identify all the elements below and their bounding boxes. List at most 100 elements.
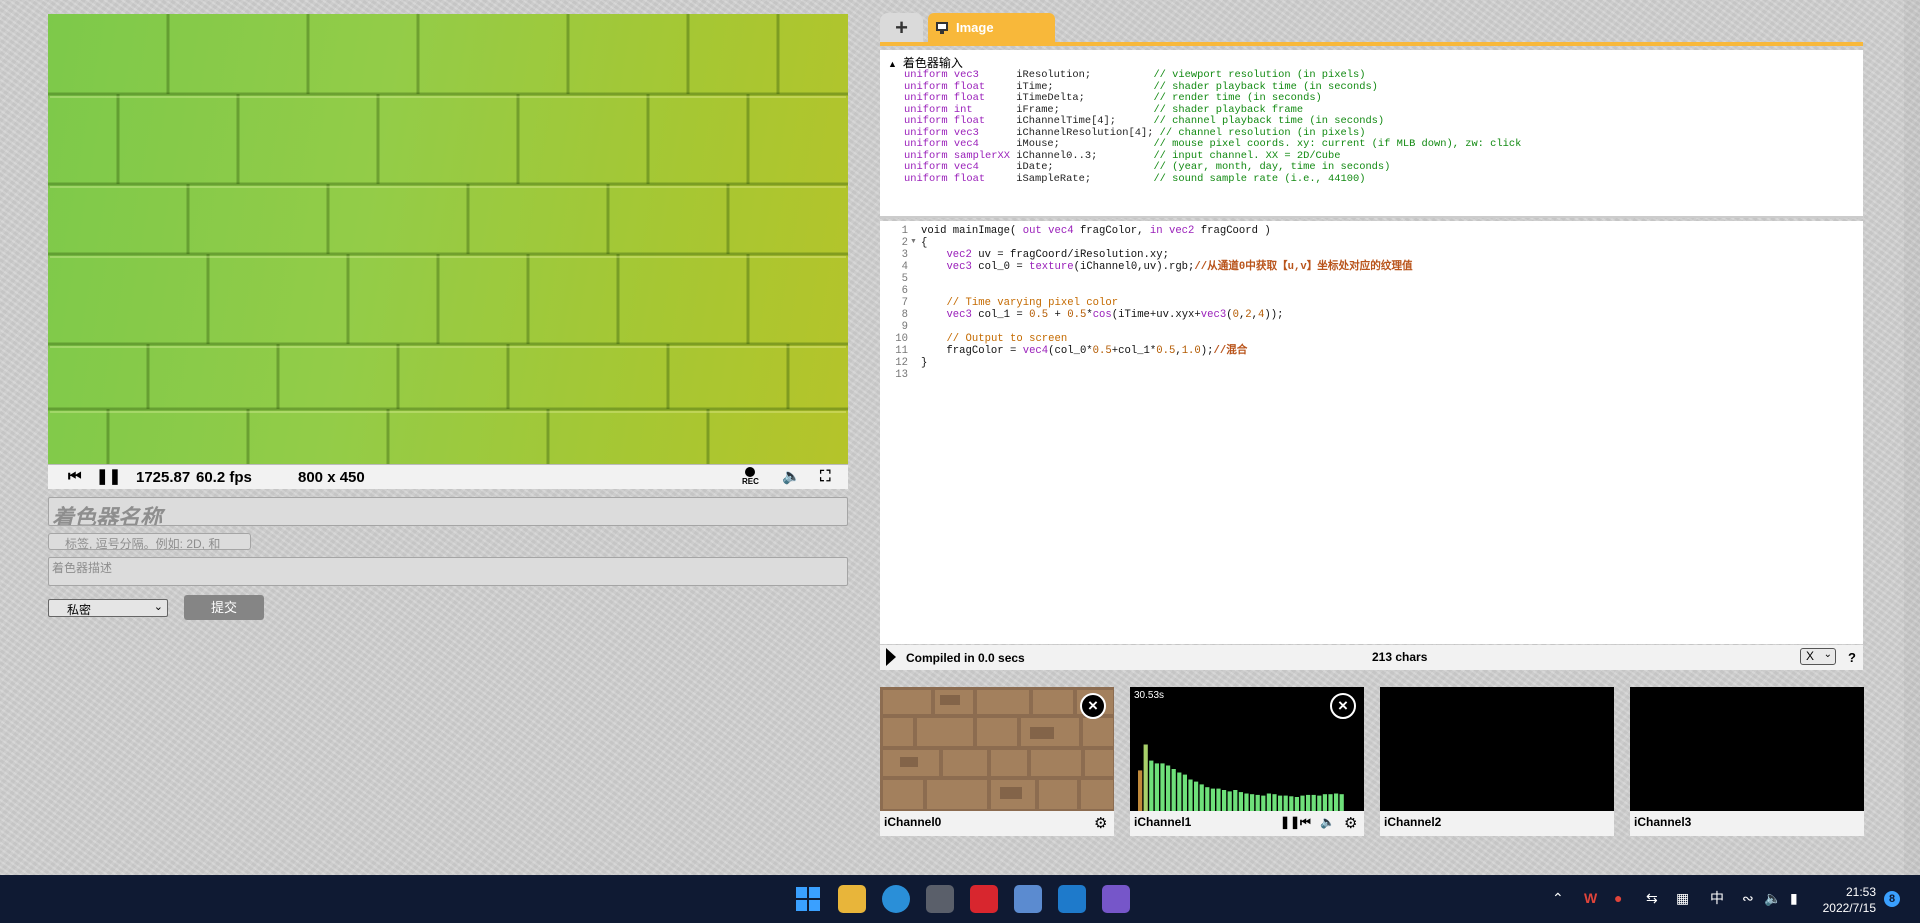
spectrum-bar [1306,794,1311,811]
channel-1-thumbnail[interactable]: 30.53s [1130,687,1364,811]
line-number: 1 [901,225,908,237]
tags-input[interactable]: 标签, 逗号分隔。例如: 2D, 和 [48,533,251,550]
stats-tray-icon[interactable]: ▦ [1676,889,1689,907]
windows-start-icon[interactable] [794,885,822,913]
channel-1-pause-icon[interactable]: ❚❚ [1280,815,1300,830]
line-number: 5 [901,273,908,285]
stone-wall-thumbnail [880,687,1114,811]
switch-tray-icon[interactable]: ⇆ [1646,889,1658,907]
sync-tray-icon[interactable]: ● [1614,889,1622,907]
system-clock[interactable]: 21:53 2022/7/15 [1820,884,1876,916]
line-number: 13 [895,369,908,381]
paint-app-icon[interactable] [1102,885,1130,913]
chevron-down-icon: ⌄ [1823,649,1832,660]
channel-0-thumbnail[interactable] [880,687,1114,811]
audio-spectrum [1138,744,1344,811]
spectrum-bar [1261,795,1266,811]
wifi-icon[interactable]: ∾ [1742,889,1754,907]
spectrum-bar [1149,760,1154,811]
spectrum-bar [1233,790,1238,811]
spectrum-bar [1250,794,1255,811]
compile-play-icon[interactable] [886,648,896,666]
privacy-value: 私密 [67,603,92,617]
channel-1-volume-icon[interactable]: 🔈 [1320,815,1335,830]
playback-bar: ⏮ ❚❚ 1725.87 60.2 fps 800 x 450 REC 🔈 ⛶ [48,464,848,489]
line-number: 9 [901,321,908,333]
spectrum-bar [1194,781,1199,811]
notification-badge[interactable]: 8 [1884,891,1900,907]
battery-icon[interactable]: ▮ [1790,889,1798,907]
spectrum-bar [1216,788,1221,811]
spectrum-bar [1227,791,1232,811]
line-number: 8 [901,309,908,321]
vscode-icon[interactable] [1058,885,1086,913]
fold-arrow-icon[interactable]: ▼ [910,238,917,245]
channel-3-thumbnail[interactable] [1630,687,1864,811]
shader-name-input[interactable]: 着色器名称 [48,497,848,526]
line-number: 6 [901,285,908,297]
font-size-value: X [1806,649,1815,663]
spectrum-bar [1283,795,1288,811]
add-tab-button[interactable]: + [880,13,923,42]
channel-0-gear-icon[interactable]: ⚙ [1094,816,1107,831]
wps-tray-icon[interactable]: W [1584,889,1597,907]
channel-0: × iChannel0 ⚙ [880,687,1114,836]
spectrum-bar [1171,769,1176,811]
spectrum-bar [1255,794,1260,811]
channel-1-close-icon[interactable]: × [1330,693,1356,719]
code-editor[interactable]: 1 2 3 4 5 6 7 8 9 10 11 12 13 ▼ void mainImage( out v… [880,221,1863,644]
channel-1-gear-icon[interactable]: ⚙ [1344,816,1357,831]
char-count: 213 chars [1372,650,1428,664]
spectrum-bar [1160,763,1165,811]
time-display: 1725.87 [136,469,191,486]
code-line: fragColor = vec4(col_0*0.5+col_1*0.5,1.0… [921,345,1248,357]
channel-1: 30.53s × iChannel1 ❚❚ ⏮ 🔈 ⚙ [1130,687,1364,836]
rewind-icon[interactable]: ⏮ [68,468,82,486]
tray-expand-icon[interactable]: ⌃ [1552,889,1564,907]
resolution-display: 800 x 450 [298,469,365,486]
submit-button[interactable]: 提交 [184,595,264,620]
spectrum-bar [1177,772,1182,811]
photos-icon[interactable] [1014,885,1042,913]
spectrum-bar [1272,794,1277,811]
spectrum-bar [1311,794,1316,811]
record-button[interactable]: REC [742,465,759,486]
channel-0-close-icon[interactable]: × [1080,693,1106,719]
channel-2-thumbnail[interactable] [1380,687,1614,811]
channel-1-label: iChannel1 [1134,815,1192,829]
fullscreen-icon[interactable]: ⛶ [820,468,831,486]
channel-1-rewind-icon[interactable]: ⏮ [1300,815,1311,830]
code-line: void mainImage( out vec4 fragColor, in v… [921,225,1271,237]
shader-viewport[interactable] [48,14,848,464]
line-number: 11 [895,345,908,357]
spectrum-bar [1244,793,1249,811]
speaker-icon[interactable]: 🔈 [1764,889,1781,907]
line-number: 2 [901,237,908,249]
spectrum-bar [1222,790,1227,811]
spectrum-bar [1210,788,1215,811]
uniform-line: uniform float iSampleRate; // sound samp… [904,172,1365,186]
help-button[interactable]: ? [1848,650,1856,665]
channel-0-label: iChannel0 [884,815,942,829]
edge-browser-icon[interactable] [882,885,910,913]
uniform-comment: // sound sample rate (i.e., 44100) [1153,172,1366,185]
taskbar: ⌃ W ● ⇆ ▦ 中 ∾ 🔈 ▮ 21:53 2022/7/15 8 [0,875,1920,923]
ime-indicator[interactable]: 中 [1710,889,1724,907]
spectrum-bar [1143,744,1148,811]
spectrum-bar [1339,794,1344,811]
fps-display: 60.2 fps [196,469,252,486]
collapse-triangle-icon: ▲ [888,59,897,69]
font-size-select[interactable]: X ⌄ [1800,648,1836,665]
pause-icon[interactable]: ❚❚ [96,468,121,486]
file-explorer-icon[interactable] [838,885,866,913]
3d-app-icon[interactable] [926,885,954,913]
shader-inputs-panel: ▲ 着色器输入 uniform vec3 iResolution; // view… [880,50,1863,218]
page-scrollbar[interactable] [1904,0,1920,875]
privacy-select[interactable]: 私密 ⌄ [48,599,168,617]
wps-office-icon[interactable] [970,885,998,913]
tab-image[interactable]: Image [928,13,1055,42]
uniform-type: uniform float [904,172,1017,185]
spectrum-bar [1138,770,1143,811]
description-input[interactable]: 着色器描述 [48,557,848,586]
volume-icon[interactable]: 🔈 [782,468,801,486]
